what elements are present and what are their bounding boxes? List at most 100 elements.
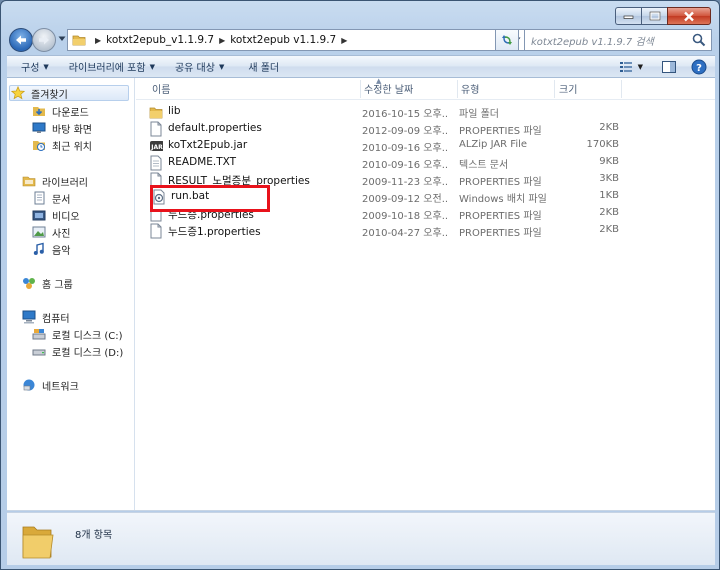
column-header-size[interactable]: 크기	[559, 81, 577, 96]
breadcrumb-separator-icon[interactable]: ▶	[95, 36, 101, 45]
file-icon	[149, 223, 163, 239]
forward-arrow-icon	[39, 35, 49, 45]
chevron-down-icon: ▼	[43, 62, 49, 71]
search-icon[interactable]	[692, 33, 706, 47]
column-header-date[interactable]: 수정한 날짜	[364, 81, 413, 96]
libraries-icon	[21, 173, 37, 189]
system-drive-icon	[31, 326, 47, 342]
file-size: 3KB	[599, 173, 619, 184]
search-placeholder: kotxt2epub v1.1.9.7 검색	[531, 36, 654, 48]
column-header-type[interactable]: 유형	[461, 81, 479, 96]
folder-icon	[149, 104, 163, 120]
chevron-down-icon: ▼	[149, 62, 155, 71]
file-row-run-bat[interactable]: run.bat 2009-09-12 오전... Windows 배치 파일 1…	[144, 189, 619, 206]
nav-item-videos[interactable]: 비디오	[31, 207, 80, 223]
file-date: 2009-09-12 오전...	[362, 194, 448, 205]
nav-item-downloads[interactable]: 다운로드	[31, 103, 89, 119]
breadcrumb-separator-icon[interactable]: ▶	[341, 36, 347, 45]
file-row[interactable]: lib 2016-10-15 오후... 파일 폴더	[144, 104, 614, 121]
nav-item-homegroup[interactable]: 홈 그룹	[21, 275, 73, 291]
address-row: ▶ kotxt2epub_v1.1.9.7 ▶ kotxt2epub v1.1.…	[7, 27, 713, 53]
file-row[interactable]: default.properties 2012-09-09 오후... PROP…	[144, 121, 619, 138]
file-name: 누드증1.properties	[168, 226, 261, 238]
svg-text:?: ?	[696, 63, 702, 74]
file-type: PROPERTIES 파일	[459, 228, 542, 239]
nav-item-label: 비디오	[52, 211, 80, 223]
new-folder-label: 새 폴더	[248, 63, 280, 74]
view-details-icon	[620, 62, 632, 72]
nav-item-label: 다운로드	[52, 107, 89, 119]
file-type: PROPERTIES 파일	[459, 126, 542, 137]
batch-file-icon	[152, 189, 166, 205]
file-name: lib	[168, 105, 181, 117]
recent-pages-dropdown-icon[interactable]	[58, 36, 66, 42]
include-in-library-button[interactable]: 라이브러리에 포함 ▼	[59, 59, 165, 75]
search-box[interactable]: kotxt2epub v1.1.9.7 검색	[524, 29, 712, 51]
nav-item-documents[interactable]: 문서	[31, 190, 70, 206]
back-arrow-icon	[16, 35, 26, 45]
view-controls: ▼ ?	[613, 58, 711, 76]
maximize-icon	[649, 11, 660, 21]
maximize-button[interactable]	[641, 7, 667, 25]
forward-button[interactable]	[32, 28, 56, 52]
nav-item-music[interactable]: 음악	[31, 241, 70, 257]
column-header-name[interactable]: 이름	[152, 81, 170, 96]
navigation-pane[interactable]: 즐겨찾기 다운로드 바탕 화면 최근 위치 라이브러리 문서 비디오 사진 음악…	[7, 78, 135, 510]
preview-pane-button[interactable]	[657, 58, 681, 76]
nav-item-label: 문서	[52, 194, 71, 206]
organize-menu-button[interactable]: 구성 ▼	[7, 59, 59, 75]
nav-item-label: 즐겨찾기	[31, 89, 68, 101]
column-divider[interactable]	[457, 80, 458, 98]
new-folder-button[interactable]: 새 폴더	[234, 59, 289, 74]
file-row[interactable]: README.TXT 2010-09-16 오후... 텍스트 문서 9KB	[144, 155, 619, 172]
share-with-button[interactable]: 공유 대상 ▼	[165, 59, 234, 75]
file-date: 2010-04-27 오후...	[362, 228, 448, 239]
downloads-folder-icon	[31, 103, 47, 119]
preview-pane-icon	[662, 61, 676, 73]
nav-item-network[interactable]: 네트워크	[21, 377, 79, 393]
file-row[interactable]: 누드증1.properties 2010-04-27 오후... PROPERT…	[144, 223, 619, 240]
window-caption-buttons	[615, 7, 711, 25]
file-name: koTxt2Epub.jar	[168, 139, 248, 151]
recent-places-icon	[31, 137, 47, 153]
file-date: 2009-10-18 오후...	[362, 211, 448, 222]
column-divider[interactable]	[360, 80, 361, 98]
change-view-button[interactable]: ▼	[619, 58, 643, 76]
column-divider[interactable]	[621, 80, 622, 98]
nav-item-drive-c[interactable]: 로컬 디스크 (C:)	[31, 326, 123, 342]
nav-item-pictures[interactable]: 사진	[31, 224, 70, 240]
text-file-icon	[149, 155, 163, 171]
nav-item-label: 홈 그룹	[42, 279, 73, 291]
nav-item-drive-d[interactable]: 로컬 디스크 (D:)	[31, 343, 123, 359]
svg-text:JAR: JAR	[150, 144, 163, 151]
file-list-pane[interactable]: 이름 ▲ 수정한 날짜 유형 크기 lib 2016-10-15 오후... 파…	[136, 77, 715, 510]
file-date: 2012-09-09 오후...	[362, 126, 448, 137]
help-button[interactable]: ?	[687, 58, 711, 76]
nav-item-desktop[interactable]: 바탕 화면	[31, 120, 92, 136]
nav-item-label: 바탕 화면	[52, 124, 92, 136]
nav-item-label: 라이브러리	[42, 177, 88, 189]
file-size: 2KB	[599, 122, 619, 133]
nav-item-favorites[interactable]: 즐겨찾기	[9, 85, 129, 101]
breadcrumb-separator-icon[interactable]: ▶	[219, 36, 225, 45]
nav-item-recent-places[interactable]: 최근 위치	[31, 137, 92, 153]
refresh-button[interactable]	[495, 29, 519, 51]
nav-item-libraries[interactable]: 라이브러리	[21, 173, 88, 189]
videos-icon	[31, 207, 47, 223]
address-bar[interactable]: ▶ kotxt2epub_v1.1.9.7 ▶ kotxt2epub v1.1.…	[67, 29, 525, 51]
item-count: 8개 항목	[75, 530, 113, 541]
file-name: default.properties	[168, 122, 262, 134]
close-button[interactable]	[667, 7, 711, 25]
nav-item-computer[interactable]: 컴퓨터	[21, 309, 70, 325]
share-with-label: 공유 대상	[174, 63, 215, 74]
breadcrumb-item-current[interactable]: kotxt2epub v1.1.9.7	[230, 34, 336, 46]
back-button[interactable]	[9, 28, 33, 52]
network-icon	[21, 377, 37, 393]
nav-item-label: 로컬 디스크 (C:)	[52, 330, 123, 342]
minimize-button[interactable]	[615, 7, 641, 25]
file-type: 파일 폴더	[459, 109, 499, 120]
file-row[interactable]: JAR koTxt2Epub.jar 2010-09-16 오후... ALZi…	[144, 138, 619, 155]
breadcrumb-item-parent[interactable]: kotxt2epub_v1.1.9.7	[106, 34, 214, 46]
column-divider[interactable]	[554, 80, 555, 98]
nav-item-label: 로컬 디스크 (D:)	[52, 347, 124, 359]
